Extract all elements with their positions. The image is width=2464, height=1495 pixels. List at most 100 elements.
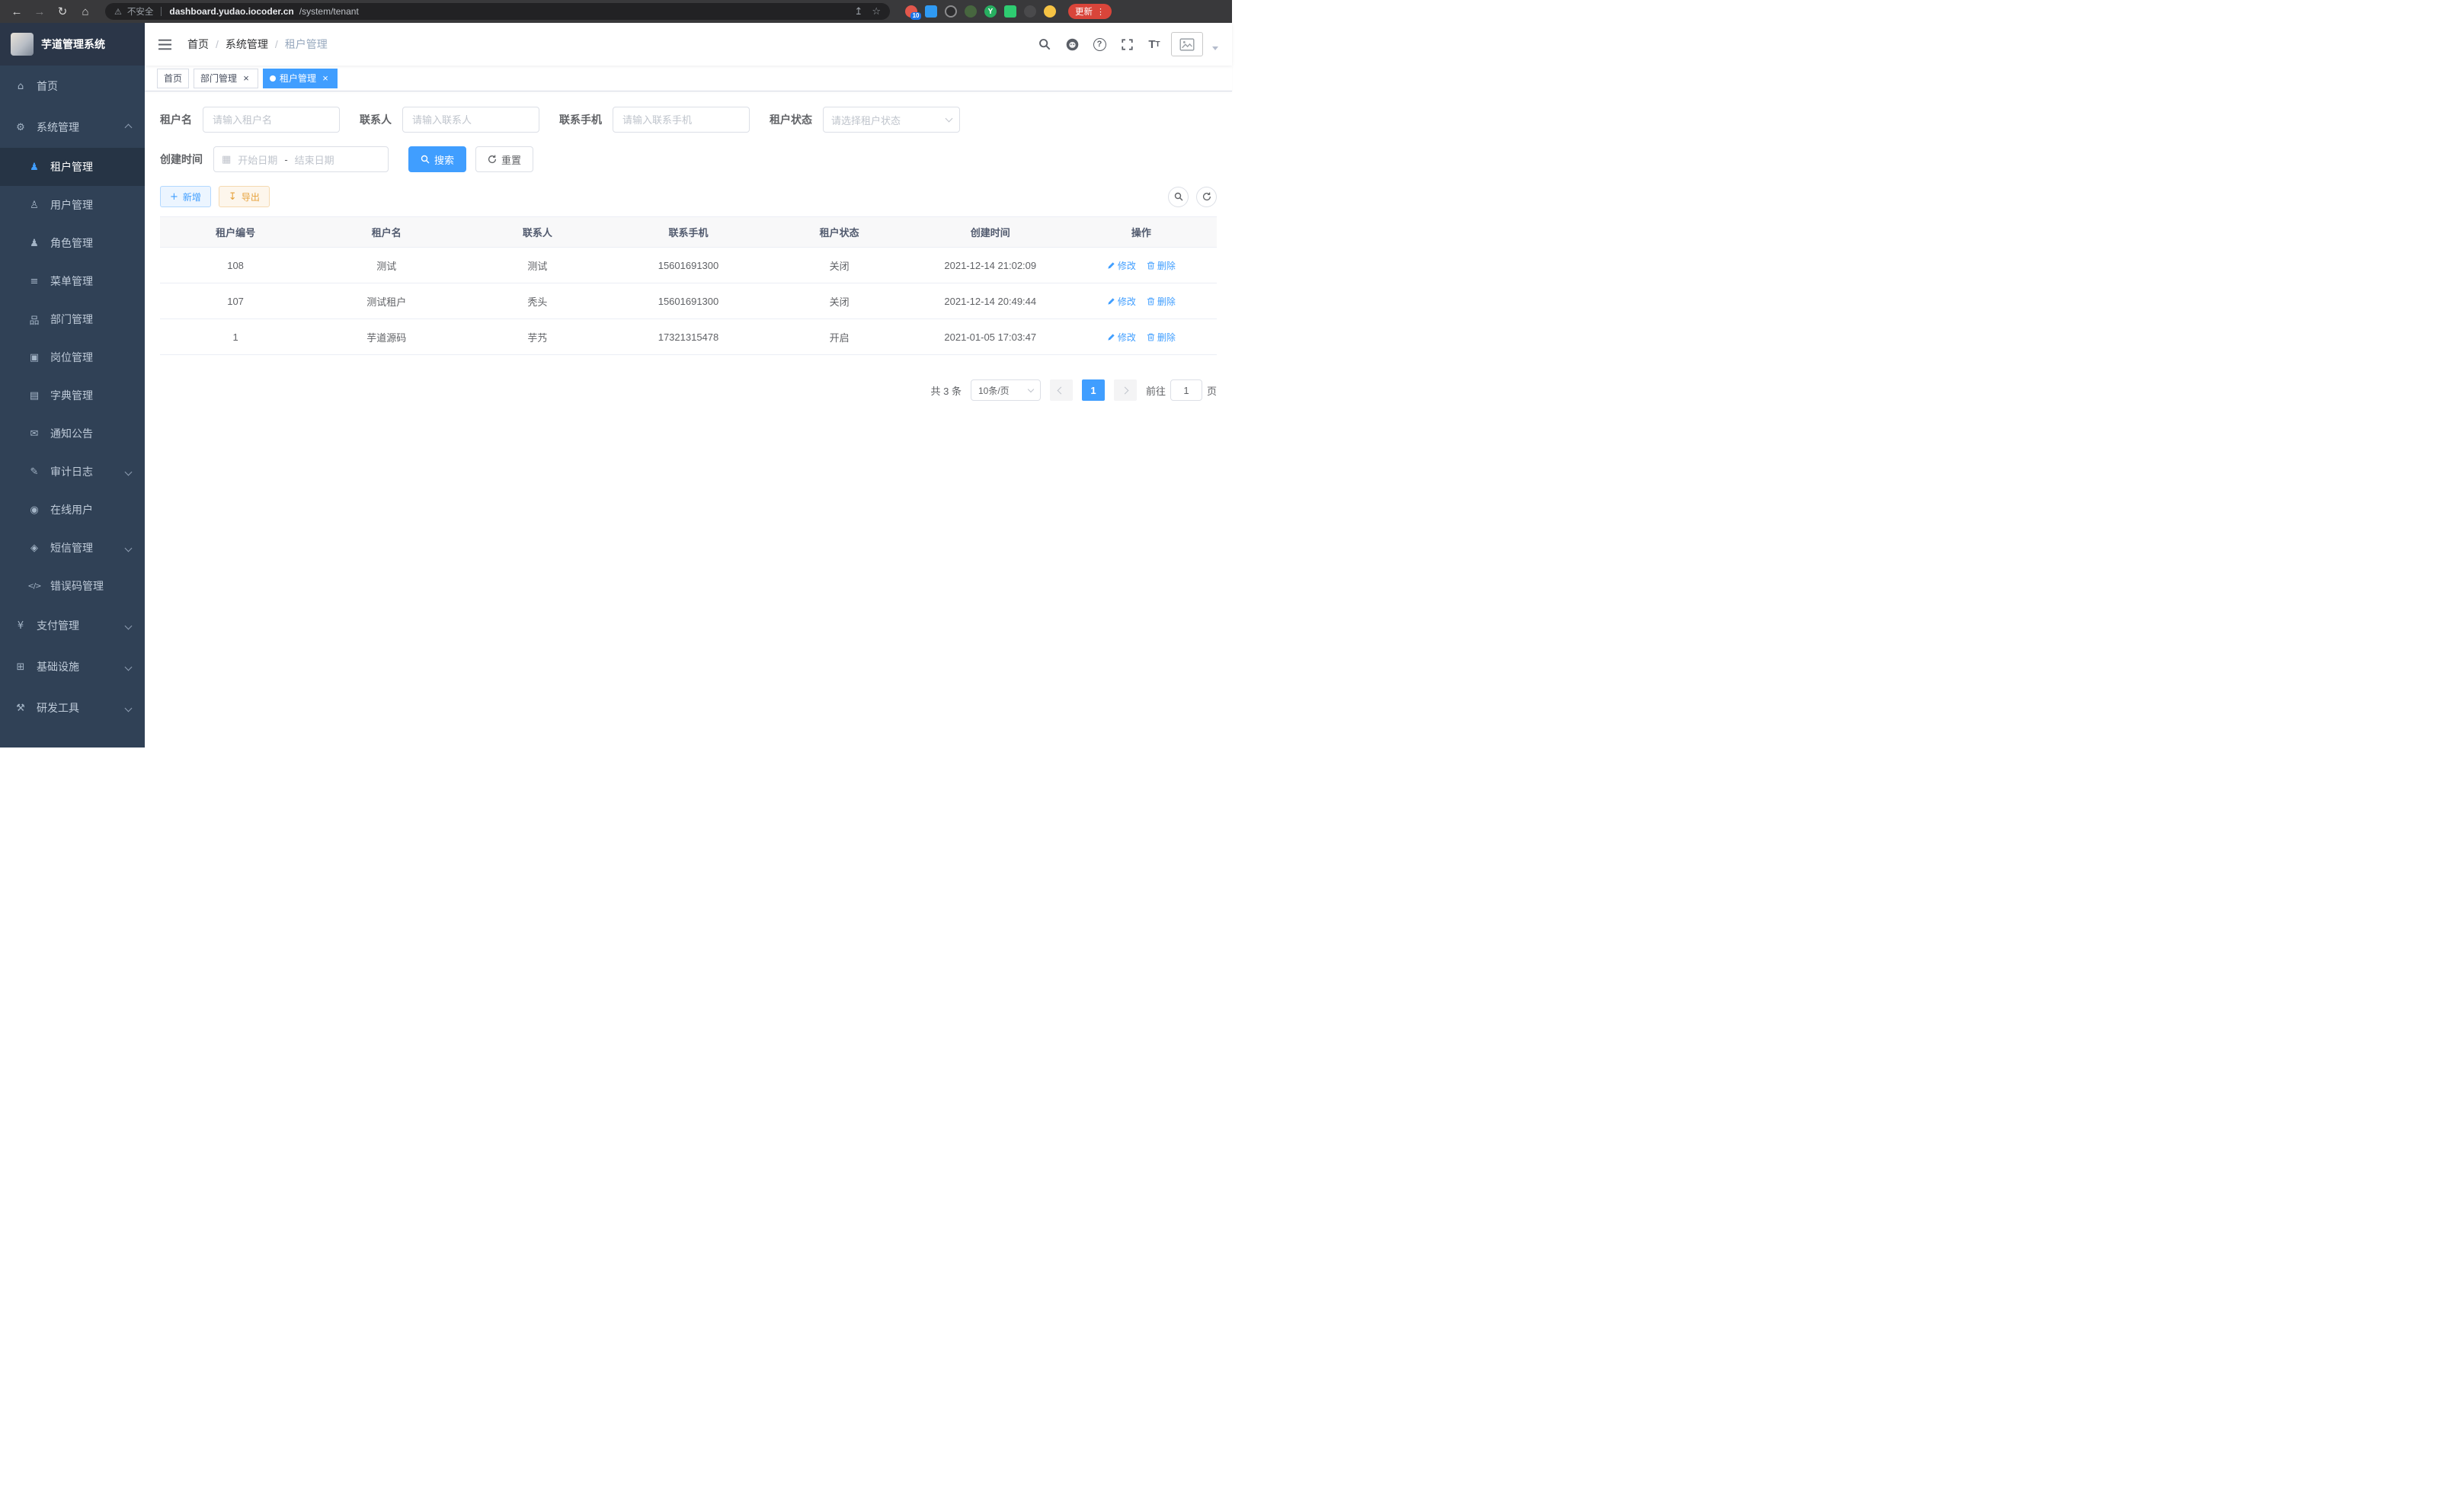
edit-button[interactable]: 修改 [1107,295,1136,308]
sidebar-item-menu[interactable]: ≡ 菜单管理 [0,262,145,300]
sidebar-item-notice[interactable]: ✉ 通知公告 [0,415,145,453]
extensions-puzzle-icon[interactable] [1024,5,1036,18]
add-button[interactable]: + 新增 [160,186,211,207]
next-page-button[interactable] [1114,379,1137,401]
sidebar-item-home[interactable]: ⌂ 首页 [0,66,145,107]
browser-forward-icon[interactable]: → [30,2,49,21]
sidebar-item-audit-log[interactable]: ✎ 审计日志 [0,453,145,491]
extension-icon-olive[interactable] [965,5,977,18]
header-search-icon[interactable] [1034,34,1055,55]
top-navbar: 首页 / 系统管理 / 租户管理 ? TT [145,23,1232,66]
mobile-input[interactable] [613,107,750,133]
table-toolbar: + 新增 ↧ 导出 [160,186,1217,207]
sidebar-menu: ⌂ 首页 ⚙ 系统管理 ♟ 租户管理 ♙ 用户管理 ♟ 角色管理 ≡ [0,66,145,748]
tag-home[interactable]: 首页 [157,69,189,88]
breadcrumb-home[interactable]: 首页 [187,37,209,52]
create-time-label: 创建时间 [160,152,203,167]
gear-icon: ⚙ [14,122,27,133]
font-size-icon[interactable]: TT [1144,34,1165,55]
chevron-down-icon [125,663,133,671]
toggle-search-button[interactable] [1168,187,1189,207]
search-button[interactable]: 搜索 [408,146,466,172]
page-size-select[interactable]: 10条/页 [971,379,1041,401]
extension-icon-ring[interactable] [945,5,957,18]
extension-badge: 10 [910,12,921,20]
bookmark-star-icon[interactable]: ☆ [872,5,881,18]
sidebar-item-payment[interactable]: ¥ 支付管理 [0,605,145,646]
goto-page-input[interactable] [1170,379,1202,401]
sidebar-logo[interactable]: 芋道管理系统 [0,23,145,66]
avatar-dropdown-caret-icon[interactable] [1212,46,1218,50]
user-avatar[interactable] [1171,32,1203,56]
sidebar-collapse-icon[interactable] [158,36,175,53]
date-range-picker[interactable]: ▦ 开始日期 - 结束日期 [213,146,389,172]
sidebar-item-online-user[interactable]: ◉ 在线用户 [0,491,145,529]
refresh-table-button[interactable] [1196,187,1217,207]
delete-button[interactable]: 删除 [1147,259,1176,272]
filter-row-2: 创建时间 ▦ 开始日期 - 结束日期 搜索 重置 [160,146,1217,172]
sidebar-item-error-code[interactable]: </> 错误码管理 [0,567,145,605]
browser-chrome: ← → ↻ ⌂ ⚠ 不安全 dashboard.yudao.iocoder.cn… [0,0,1232,23]
sidebar-item-dict[interactable]: ▤ 字典管理 [0,376,145,415]
browser-update-button[interactable]: 更新 ⋮ [1068,4,1112,19]
sidebar-item-devtools[interactable]: ⚒ 研发工具 [0,687,145,728]
tenant-name-input[interactable] [203,107,340,133]
delete-button[interactable]: 删除 [1147,295,1176,308]
sidebar: 芋道管理系统 ⌂ 首页 ⚙ 系统管理 ♟ 租户管理 ♙ 用户管理 ♟ [0,23,145,748]
extension-icon-square-green[interactable] [1004,5,1016,18]
table-row: 1 芋道源码 芋艿 17321315478 开启 2021-01-05 17:0… [160,319,1217,355]
chevron-down-icon [946,115,953,123]
browser-home-icon[interactable]: ⌂ [76,2,94,21]
calendar-icon: ▦ [222,153,231,165]
fullscreen-icon[interactable] [1116,34,1138,55]
tenant-status-select[interactable]: 请选择租户状态 [823,107,960,133]
browser-back-icon[interactable]: ← [8,2,26,21]
menu-list-icon: ≡ [27,276,41,287]
github-icon[interactable] [1061,34,1083,55]
profile-avatar-icon[interactable] [1044,5,1056,18]
reset-button[interactable]: 重置 [475,146,533,172]
devtools-icon: ⚒ [14,703,27,714]
edit-button[interactable]: 修改 [1107,259,1136,272]
status-text: 关闭 [764,248,915,283]
sidebar-item-tenant[interactable]: ♟ 租户管理 [0,148,145,186]
browser-reload-icon[interactable]: ↻ [53,2,72,21]
sidebar-item-role[interactable]: ♟ 角色管理 [0,224,145,262]
extension-icon-green[interactable]: Y [984,5,997,18]
col-tenant-id: 租户编号 [160,217,311,248]
close-icon[interactable]: × [241,73,251,84]
sidebar-item-dept[interactable]: 品 部门管理 [0,300,145,338]
chevron-down-icon [125,622,133,629]
extension-icon-blue[interactable] [925,5,937,18]
sidebar-item-sms[interactable]: ◈ 短信管理 [0,529,145,567]
url-path: /system/tenant [299,6,359,17]
sidebar-item-user[interactable]: ♙ 用户管理 [0,186,145,224]
dictionary-icon: ▤ [27,390,41,402]
help-icon[interactable]: ? [1089,34,1110,55]
breadcrumb-current: 租户管理 [285,37,328,52]
page-content: 租户名 联系人 联系手机 租户状态 请选择租户状态 [145,91,1232,748]
chevron-left-icon [1058,386,1065,394]
export-button[interactable]: ↧ 导出 [219,186,270,207]
tag-tenant[interactable]: 租户管理 × [263,69,338,88]
page-1-button[interactable]: 1 [1082,379,1105,401]
contact-input[interactable] [402,107,539,133]
breadcrumb-system[interactable]: 系统管理 [226,37,268,52]
col-tenant-name: 租户名 [311,217,462,248]
edit-button[interactable]: 修改 [1107,331,1136,344]
breadcrumb-separator: / [275,38,278,50]
share-icon[interactable]: ↥ [854,5,862,18]
col-created: 创建时间 [915,217,1066,248]
goto-label: 前往 [1146,383,1166,398]
tag-dept[interactable]: 部门管理 × [194,69,258,88]
prev-page-button[interactable] [1050,379,1073,401]
sidebar-item-post[interactable]: ▣ 岗位管理 [0,338,145,376]
download-icon: ↧ [229,192,237,202]
breadcrumb-separator: / [216,38,219,50]
extension-icon-red[interactable]: 10 [905,5,917,18]
delete-button[interactable]: 删除 [1147,331,1176,344]
close-icon[interactable]: × [320,73,331,84]
sidebar-item-infra[interactable]: ⊞ 基础设施 [0,646,145,687]
address-bar[interactable]: ⚠ 不安全 dashboard.yudao.iocoder.cn /system… [105,3,890,20]
sidebar-item-system[interactable]: ⚙ 系统管理 [0,107,145,148]
